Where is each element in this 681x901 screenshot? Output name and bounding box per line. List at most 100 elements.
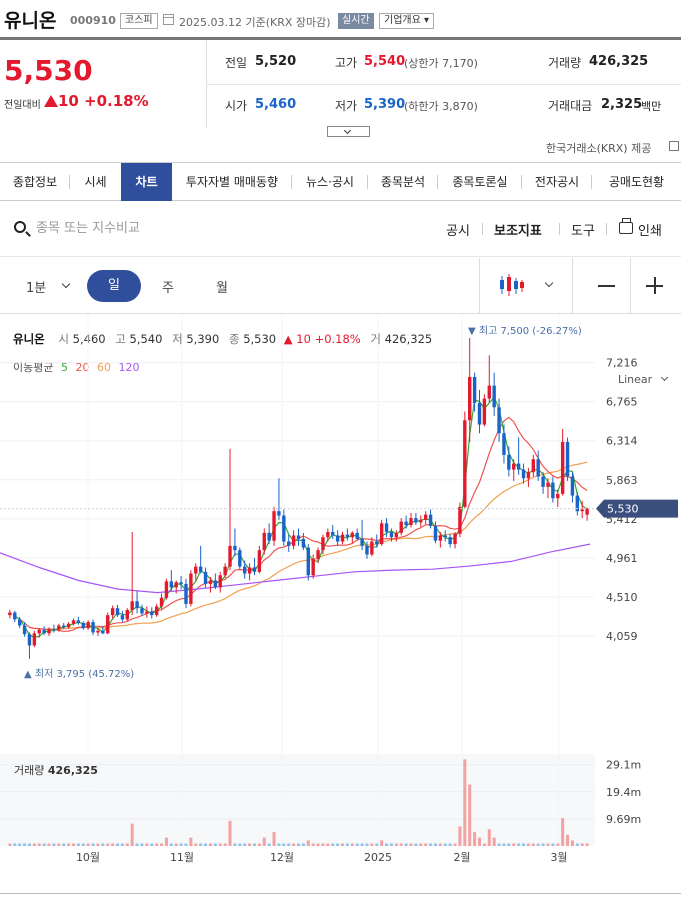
zoom-out-button[interactable] [598, 285, 615, 287]
market-badge: 코스피 [120, 13, 158, 29]
volume-bar [145, 843, 149, 846]
indicator-button[interactable]: 보조지표 [494, 220, 542, 239]
chevron-down-icon[interactable] [61, 279, 71, 289]
volume-bar [23, 843, 27, 846]
candle-down [507, 454, 511, 470]
candle-down [355, 532, 359, 539]
volume-bar [86, 843, 90, 846]
tab-short-selling[interactable]: 공매도현황 [592, 163, 681, 201]
tool-button[interactable]: 도구 [571, 220, 595, 239]
candle-down [296, 535, 301, 539]
candle-down [301, 538, 306, 548]
candle-up [145, 611, 149, 614]
volume-bar [419, 843, 423, 846]
volume-bar [380, 840, 384, 846]
printer-icon[interactable] [619, 218, 633, 234]
min-price-annotation: ▲ 최저 3,795 (45.72%) [24, 668, 134, 680]
candle-down [335, 535, 340, 542]
candle-up [262, 532, 266, 551]
amount-value: 2,325 [601, 97, 643, 112]
candle-up [194, 566, 198, 574]
candle-down [179, 582, 183, 584]
volume-bar [512, 843, 516, 846]
chevron-down-icon[interactable] [544, 278, 554, 288]
candle-down [502, 433, 506, 455]
volume-bar [424, 843, 428, 846]
candle-down [184, 583, 188, 604]
price-chart[interactable]: 4,0594,5104,9615,4125,8636,3146,7657,216… [0, 314, 681, 889]
tab-chart[interactable]: 차트 [121, 163, 172, 201]
max-price-annotation: ▼ 최고 7,500 (-26.27%) [468, 325, 582, 337]
candle-up [370, 541, 374, 555]
tab-quotes[interactable]: 시세 [70, 163, 121, 201]
notice-button[interactable]: 공시 [446, 220, 470, 239]
candle-up [526, 472, 531, 479]
candle-down [375, 541, 379, 545]
live-badge[interactable]: 실시간 [338, 13, 374, 29]
candle-down [521, 469, 526, 479]
volume-bar [438, 843, 442, 846]
candle-down [135, 601, 139, 609]
day-period-button[interactable]: 일 [87, 270, 141, 302]
company-info-button[interactable]: 기업개요 ▾ [379, 13, 434, 29]
candle-up [37, 629, 41, 634]
candle-up [463, 420, 467, 507]
volume-bar [262, 837, 266, 846]
tab-news[interactable]: 뉴스·공시 [292, 163, 368, 201]
base-date: 2025.03.12 기준(KRX 장마감) [179, 16, 331, 29]
volume-bar [336, 843, 340, 846]
change-label: 전일대비 [4, 100, 41, 111]
volume-bar [135, 843, 139, 846]
compare-search-input[interactable] [36, 217, 236, 239]
tab-forum[interactable]: 종목토론실 [438, 163, 522, 201]
candle-down [443, 535, 447, 538]
candle-up [174, 582, 178, 588]
volume-bar [18, 843, 22, 846]
candle-down [541, 476, 545, 487]
x-tick-label: 2025 [364, 851, 392, 864]
candlestick-type-icon[interactable] [497, 272, 525, 298]
volume-bar [321, 843, 325, 846]
volume-bar [326, 843, 330, 846]
volume-bar [238, 843, 242, 846]
volume-bar [199, 843, 203, 846]
volume-bar [111, 843, 115, 846]
week-period-button[interactable]: 주 [162, 277, 174, 296]
low-label: 저가 [335, 99, 358, 113]
x-tick-label: 11월 [170, 851, 194, 864]
high-value: 5,540 [364, 54, 406, 69]
print-button[interactable]: 인쇄 [638, 220, 662, 239]
volume-bar [252, 843, 256, 846]
main-tabs: 종합정보 시세 차트 투자자별 매매동향 뉴스·공시 종목분석 종목토론실 전자… [0, 162, 681, 201]
candle-down [472, 376, 477, 403]
current-price-label: 5,530 [607, 503, 639, 516]
volume-bar [541, 843, 545, 846]
tab-disclosure[interactable]: 전자공시 [522, 163, 592, 201]
divider [559, 223, 560, 235]
y-tick-label: 4,510 [606, 591, 638, 604]
candle-down [570, 476, 575, 496]
candle-up [419, 519, 423, 523]
volume-bar [267, 843, 271, 846]
divider [606, 223, 607, 235]
help-icon[interactable] [669, 141, 679, 151]
expand-toggle-button[interactable] [327, 126, 370, 137]
tab-investor-trading[interactable]: 투자자별 매매동향 [172, 163, 292, 201]
candle-up [86, 622, 90, 629]
volume-bar [76, 843, 80, 846]
minute-period-button[interactable]: 1분 [26, 277, 46, 296]
volume-bar [580, 843, 584, 846]
volume-tick-label: 19.4m [606, 786, 641, 799]
candle-up [487, 385, 491, 399]
volume-bar [52, 843, 56, 846]
tab-analysis[interactable]: 종목분석 [368, 163, 438, 201]
volume-bar [8, 843, 12, 846]
month-period-button[interactable]: 월 [216, 277, 228, 296]
candle-down [27, 634, 32, 646]
volume-bar [522, 843, 526, 846]
tab-label: 전자공시 [534, 175, 580, 189]
volume-bar [316, 843, 320, 846]
tab-overview[interactable]: 종합정보 [0, 163, 70, 201]
volume-bar [331, 843, 335, 846]
volume-bar [301, 843, 305, 846]
